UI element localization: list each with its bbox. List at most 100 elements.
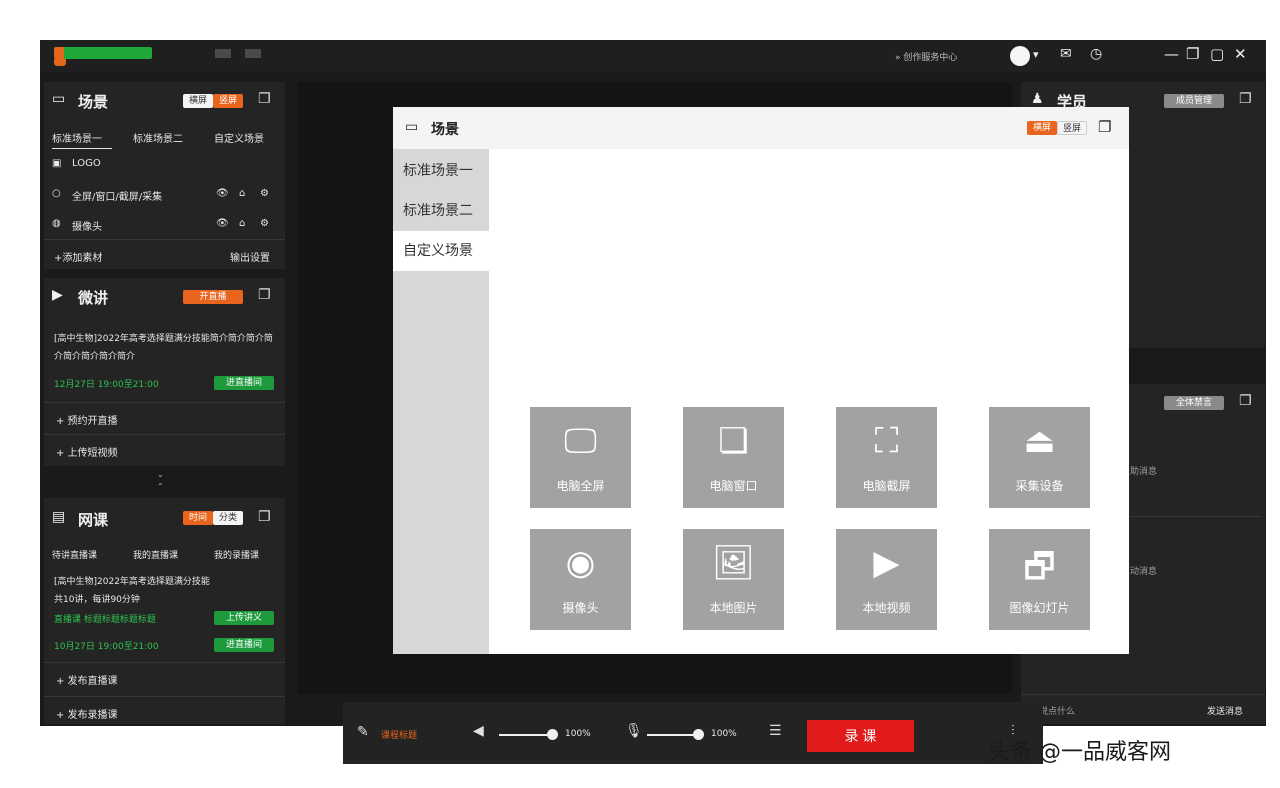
divider: [44, 239, 285, 240]
clock-icon[interactable]: ◷: [1090, 46, 1102, 62]
menu-placeholder-2[interactable]: [245, 49, 261, 58]
course-title-input[interactable]: 课程标题: [381, 728, 417, 741]
maximize-icon[interactable]: ▢: [1210, 45, 1224, 63]
publish-live-class-button[interactable]: + 发布直播课: [56, 672, 118, 687]
scene-item-custom[interactable]: 自定义场景: [393, 231, 489, 271]
output-settings-button[interactable]: 输出设置: [230, 249, 270, 264]
volume-slider[interactable]: [499, 734, 551, 736]
settings-icon[interactable]: ⚙: [260, 188, 269, 199]
scene-item-standard-1[interactable]: 标准场景一: [393, 151, 489, 191]
sort-by-category-toggle[interactable]: 分类: [213, 511, 243, 525]
popout-icon[interactable]: ❐: [1239, 393, 1252, 409]
scene-tab-3[interactable]: 自定义场景: [214, 130, 264, 145]
menu-placeholder-1[interactable]: [215, 49, 231, 58]
source-screen[interactable]: 全屏/窗口/截屏/采集: [72, 188, 162, 203]
eye-icon[interactable]: 👁: [216, 188, 229, 199]
chat-input[interactable]: 说点什么: [1039, 704, 1075, 717]
landscape-toggle[interactable]: 横屏: [183, 94, 213, 108]
scene-panel: ▭ 场景 横屏 竖屏 ❐ 标准场景一 标准场景二 自定义场景 ▣ LOGO ○ …: [44, 82, 285, 269]
popout-icon[interactable]: ❐: [1098, 118, 1111, 136]
member-management-button[interactable]: 成员管理: [1164, 94, 1224, 108]
scene-item-standard-2[interactable]: 标准场景二: [393, 191, 489, 231]
tile-label: 电脑截屏: [862, 479, 911, 493]
popout-icon[interactable]: ❐: [258, 509, 271, 525]
enter-live-room-button[interactable]: 进直播间: [214, 376, 274, 390]
source-tile-webcam[interactable]: ◉ 摄像头: [530, 529, 631, 630]
source-tile-window[interactable]: ❏ 电脑窗口: [683, 407, 784, 508]
schedule-live-button[interactable]: + 预约开直播: [56, 412, 118, 427]
tile-label: 电脑窗口: [709, 479, 758, 493]
scene-list: 标准场景一 标准场景二 自定义场景: [393, 149, 489, 654]
lock-icon[interactable]: ⌂: [239, 218, 245, 229]
tile-label: 本地图片: [709, 601, 758, 615]
scene-tab-1[interactable]: 标准场景一: [52, 130, 102, 145]
creator-center-link[interactable]: » 创作服务中心: [895, 50, 957, 63]
popout-icon[interactable]: ❐: [1239, 91, 1252, 107]
class-panel-title: 网课: [78, 511, 109, 529]
class-tab-3[interactable]: 我的录播课: [214, 548, 259, 561]
tile-label: 本地视频: [862, 601, 911, 615]
source-tile-local-video[interactable]: ▶ 本地视频: [836, 529, 937, 630]
source-camera[interactable]: 摄像头: [72, 218, 102, 233]
monitor-icon: ▭: [405, 119, 419, 135]
upload-handout-button[interactable]: 上传讲义: [214, 611, 274, 625]
source-logo[interactable]: LOGO: [72, 158, 101, 169]
popout-icon[interactable]: ❐: [258, 287, 271, 303]
modal-header: ▭ 场景 横屏 竖屏 ❐: [393, 107, 1129, 149]
mic-slider[interactable]: [647, 734, 697, 736]
scene-panel-title: 场景: [78, 93, 109, 111]
portrait-toggle[interactable]: 竖屏: [1057, 121, 1087, 135]
close-icon[interactable]: ✕: [1234, 45, 1247, 63]
talk-panel-title: 微讲: [78, 289, 109, 307]
video-camera-icon: ▶: [52, 287, 63, 303]
class-course-time: 10月27日 19:00至21:00: [54, 642, 159, 652]
publish-recorded-class-button[interactable]: + 发布录播课: [56, 706, 118, 721]
collapse-handle[interactable]: ⌄: [157, 470, 164, 479]
playlist-icon[interactable]: ☰: [769, 723, 782, 739]
app-logo-mark: [54, 59, 66, 66]
record-button[interactable]: 录 课: [807, 720, 914, 752]
course-time: 12月27日 19:00至21:00: [54, 380, 159, 390]
chevron-down-icon[interactable]: ▾: [1033, 48, 1039, 61]
minimize-icon[interactable]: —: [1164, 45, 1179, 63]
screen-icon: ○: [52, 188, 61, 199]
start-live-button[interactable]: 开直播: [183, 290, 243, 304]
microphone-icon[interactable]: 🎙: [625, 723, 643, 739]
source-tile-screenshot[interactable]: ⛶ 电脑截屏: [836, 407, 937, 508]
class-tab-2[interactable]: 我的直播课: [133, 548, 178, 561]
class-panel: ▤ 网课 时间 分类 ❐ 待讲直播课 我的直播课 我的录播课 [高中生物]202…: [44, 498, 285, 724]
eye-icon[interactable]: 👁: [216, 218, 229, 229]
class-course-meta: 共10讲，每讲90分钟: [54, 595, 140, 605]
volume-slider-knob[interactable]: [547, 729, 558, 740]
divider: [1021, 694, 1265, 695]
lock-icon[interactable]: ⌂: [239, 188, 245, 199]
source-tile-fullscreen[interactable]: 🖵 电脑全屏: [530, 407, 631, 508]
class-tab-1[interactable]: 待讲直播课: [52, 548, 97, 561]
expand-handle[interactable]: ⌃: [157, 482, 164, 491]
popout-icon[interactable]: ❐: [258, 91, 271, 107]
source-tile-capture-device[interactable]: ⏏ 采集设备: [989, 407, 1090, 508]
settings-icon[interactable]: ⚙: [260, 218, 269, 229]
watermark: 头条 @一品威客网: [988, 740, 1171, 765]
source-tile-local-image[interactable]: 🖼 本地图片: [683, 529, 784, 630]
scene-tab-2[interactable]: 标准场景二: [133, 130, 183, 145]
send-message-button[interactable]: 发送消息: [1207, 704, 1243, 717]
speaker-icon[interactable]: ◀: [473, 723, 484, 739]
mic-slider-knob[interactable]: [693, 729, 704, 740]
divider: [44, 696, 285, 697]
mute-all-button[interactable]: 全体禁言: [1164, 396, 1224, 410]
sort-by-time-toggle[interactable]: 时间: [183, 511, 213, 525]
mail-icon[interactable]: ✉: [1060, 46, 1072, 62]
portrait-toggle[interactable]: 竖屏: [213, 94, 243, 108]
video-icon: ▶: [873, 543, 900, 583]
restore-icon[interactable]: ❐: [1186, 45, 1199, 63]
add-material-button[interactable]: +添加素材: [54, 249, 102, 264]
users-icon: ♟: [1031, 91, 1044, 107]
edit-icon[interactable]: ✎: [357, 724, 369, 740]
divider: [44, 662, 285, 663]
landscape-toggle[interactable]: 横屏: [1027, 121, 1057, 135]
source-tile-slideshow[interactable]: 🗗 图像幻灯片: [989, 529, 1090, 630]
upload-short-video-button[interactable]: + 上传短视频: [56, 444, 118, 459]
avatar-icon[interactable]: [1010, 46, 1030, 66]
enter-live-room-button[interactable]: 进直播间: [214, 638, 274, 652]
